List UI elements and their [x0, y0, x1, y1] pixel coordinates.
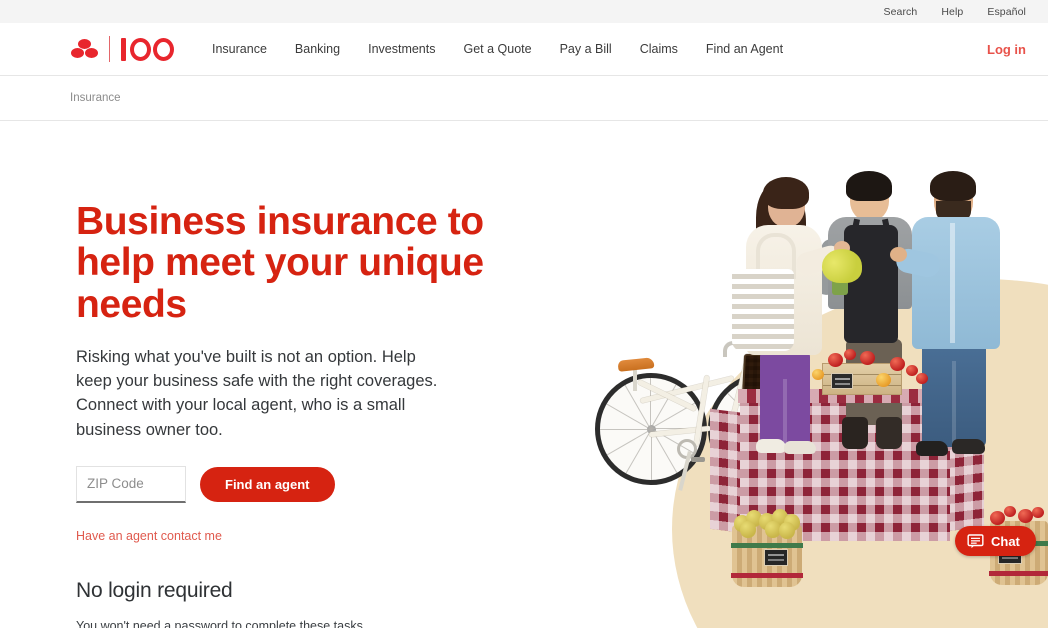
breadcrumb: Insurance — [0, 76, 1048, 121]
page-root: Search Help Español Insurance Banking In… — [0, 0, 1048, 629]
page-title: Business insurance to help meet your uni… — [76, 200, 484, 326]
nav-item-claims[interactable]: Claims — [640, 42, 678, 56]
logo-100-wordmark — [119, 37, 176, 61]
nav-item-insurance[interactable]: Insurance — [212, 42, 267, 56]
utility-link-help[interactable]: Help — [941, 6, 963, 18]
tote-bag — [732, 269, 794, 351]
no-login-required-heading: No login required — [76, 578, 233, 602]
nav-item-investments[interactable]: Investments — [368, 42, 435, 56]
nav-links: Insurance Banking Investments Get a Quot… — [212, 42, 783, 56]
chat-bubble-icon — [967, 533, 984, 548]
vendor-apron — [844, 225, 898, 343]
utility-link-search[interactable]: Search — [883, 6, 917, 18]
flower-bouquet — [822, 249, 862, 283]
find-an-agent-button[interactable]: Find an agent — [200, 466, 335, 502]
pear-pile — [732, 509, 804, 539]
utility-link-espanol[interactable]: Español — [987, 6, 1026, 18]
crate-price-sign — [831, 373, 853, 389]
chat-button[interactable]: Chat — [955, 526, 1036, 556]
log-in-link[interactable]: Log in — [987, 42, 1026, 57]
zip-code-input[interactable] — [76, 465, 186, 503]
bicycle-saddle — [617, 357, 655, 372]
hero-section: Business insurance to help meet your uni… — [0, 121, 1048, 628]
nav-item-find-an-agent[interactable]: Find an Agent — [706, 42, 783, 56]
no-login-required-subtext: You won't need a password to complete th… — [76, 618, 367, 628]
have-an-agent-contact-me-link[interactable]: Have an agent contact me — [76, 529, 222, 543]
nav-item-pay-a-bill[interactable]: Pay a Bill — [560, 42, 612, 56]
hero-copy: Business insurance to help meet your uni… — [0, 121, 520, 628]
hero-subtitle: Risking what you've built is not an opti… — [76, 347, 438, 439]
site-logo[interactable] — [70, 36, 176, 62]
breadcrumb-item-insurance[interactable]: Insurance — [70, 92, 121, 104]
utility-bar: Search Help Español — [0, 0, 1048, 23]
nav-item-banking[interactable]: Banking — [295, 42, 340, 56]
state-farm-three-ovals-icon — [70, 37, 100, 61]
find-agent-form: Find an agent — [76, 465, 520, 503]
main-navigation-bar: Insurance Banking Investments Get a Quot… — [0, 23, 1048, 76]
chat-button-label: Chat — [991, 533, 1020, 549]
logo-divider — [109, 36, 110, 62]
apple-pile — [990, 505, 1048, 527]
nav-item-get-a-quote[interactable]: Get a Quote — [463, 42, 531, 56]
